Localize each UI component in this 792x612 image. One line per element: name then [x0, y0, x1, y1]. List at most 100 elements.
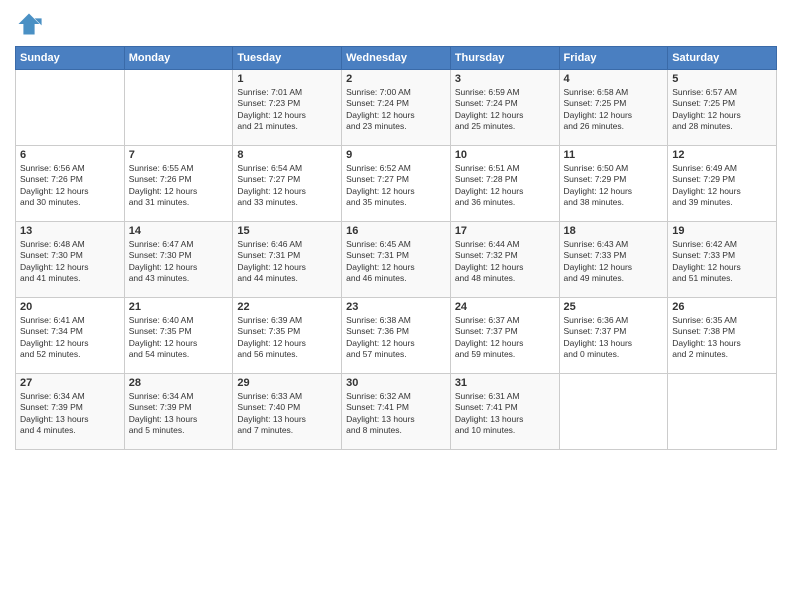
calendar-cell: 22Sunrise: 6:39 AM Sunset: 7:35 PM Dayli… [233, 298, 342, 374]
day-number: 31 [455, 377, 555, 389]
calendar-cell: 15Sunrise: 6:46 AM Sunset: 7:31 PM Dayli… [233, 222, 342, 298]
calendar-cell: 10 Sunrise: 6:51 AM Sunset: 7:28 PM Dayli… [450, 146, 559, 222]
calendar-cell: 25 Sunrise: 6:36 AM Sunset: 7:37 PM Dayli… [559, 298, 668, 374]
day-info: Sunrise: 6:31 AM Sunset: 7:41 PM Dayligh… [455, 391, 555, 437]
calendar-cell: 24 Sunrise: 6:37 AM Sunset: 7:37 PM Dayli… [450, 298, 559, 374]
day-number: 7 [129, 149, 229, 161]
calendar-cell: 26Sunrise: 6:35 AM Sunset: 7:38 PM Dayli… [668, 298, 777, 374]
calendar-cell: 16 Sunrise: 6:45 AM Sunset: 7:31 PM Dayli… [342, 222, 451, 298]
day-number: 4 [564, 73, 664, 85]
day-info: Sunrise: 6:34 AM Sunset: 7:39 PM Dayligh… [129, 391, 229, 437]
day-number: 30 [346, 377, 446, 389]
calendar-cell: 14 Sunrise: 6:47 AM Sunset: 7:30 PM Dayli… [124, 222, 233, 298]
week-row-3: 13Sunrise: 6:48 AM Sunset: 7:30 PM Dayli… [16, 222, 777, 298]
day-info: Sunrise: 6:55 AM Sunset: 7:26 PM Dayligh… [129, 163, 229, 209]
day-number: 12 [672, 149, 772, 161]
day-info: Sunrise: 6:49 AM Sunset: 7:29 PM Dayligh… [672, 163, 772, 209]
day-info: Sunrise: 6:41 AM Sunset: 7:34 PM Dayligh… [20, 315, 120, 361]
day-info: Sunrise: 6:36 AM Sunset: 7:37 PM Dayligh… [564, 315, 664, 361]
day-number: 2 [346, 73, 446, 85]
week-row-4: 20Sunrise: 6:41 AM Sunset: 7:34 PM Dayli… [16, 298, 777, 374]
day-info: Sunrise: 6:42 AM Sunset: 7:33 PM Dayligh… [672, 239, 772, 285]
day-number: 11 [564, 149, 664, 161]
calendar-cell: 2 Sunrise: 7:00 AM Sunset: 7:24 PM Daylig… [342, 70, 451, 146]
calendar-cell [668, 374, 777, 450]
day-info: Sunrise: 6:59 AM Sunset: 7:24 PM Dayligh… [455, 87, 555, 133]
calendar-cell: 13Sunrise: 6:48 AM Sunset: 7:30 PM Dayli… [16, 222, 125, 298]
header-row: SundayMondayTuesdayWednesdayThursdayFrid… [16, 47, 777, 70]
calendar-cell: 7 Sunrise: 6:55 AM Sunset: 7:26 PM Daylig… [124, 146, 233, 222]
calendar-cell [559, 374, 668, 450]
calendar-cell: 3 Sunrise: 6:59 AM Sunset: 7:24 PM Daylig… [450, 70, 559, 146]
day-number: 3 [455, 73, 555, 85]
day-number: 10 [455, 149, 555, 161]
header-day-friday: Friday [559, 47, 668, 70]
header [15, 10, 777, 38]
calendar-cell: 28 Sunrise: 6:34 AM Sunset: 7:39 PM Dayli… [124, 374, 233, 450]
day-info: Sunrise: 6:33 AM Sunset: 7:40 PM Dayligh… [237, 391, 337, 437]
day-number: 14 [129, 225, 229, 237]
day-number: 5 [672, 73, 772, 85]
day-info: Sunrise: 6:54 AM Sunset: 7:27 PM Dayligh… [237, 163, 337, 209]
day-info: Sunrise: 6:52 AM Sunset: 7:27 PM Dayligh… [346, 163, 446, 209]
calendar-cell: 29Sunrise: 6:33 AM Sunset: 7:40 PM Dayli… [233, 374, 342, 450]
calendar-cell: 27 Sunrise: 6:34 AM Sunset: 7:39 PM Dayli… [16, 374, 125, 450]
calendar-cell: 5 Sunrise: 6:57 AM Sunset: 7:25 PM Daylig… [668, 70, 777, 146]
calendar-cell: 18Sunrise: 6:43 AM Sunset: 7:33 PM Dayli… [559, 222, 668, 298]
day-info: Sunrise: 6:57 AM Sunset: 7:25 PM Dayligh… [672, 87, 772, 133]
calendar-cell: 30 Sunrise: 6:32 AM Sunset: 7:41 PM Dayli… [342, 374, 451, 450]
calendar-cell: 21 Sunrise: 6:40 AM Sunset: 7:35 PM Dayli… [124, 298, 233, 374]
day-info: Sunrise: 7:00 AM Sunset: 7:24 PM Dayligh… [346, 87, 446, 133]
calendar-header: SundayMondayTuesdayWednesdayThursdayFrid… [16, 47, 777, 70]
calendar-body: 1Sunrise: 7:01 AM Sunset: 7:23 PM Daylig… [16, 70, 777, 450]
header-day-saturday: Saturday [668, 47, 777, 70]
header-day-wednesday: Wednesday [342, 47, 451, 70]
day-number: 28 [129, 377, 229, 389]
day-number: 22 [237, 301, 337, 313]
day-number: 24 [455, 301, 555, 313]
day-info: Sunrise: 6:32 AM Sunset: 7:41 PM Dayligh… [346, 391, 446, 437]
day-number: 6 [20, 149, 120, 161]
calendar-cell: 19 Sunrise: 6:42 AM Sunset: 7:33 PM Dayli… [668, 222, 777, 298]
logo [15, 10, 47, 38]
week-row-2: 6 Sunrise: 6:56 AM Sunset: 7:26 PM Daylig… [16, 146, 777, 222]
calendar-cell: 17 Sunrise: 6:44 AM Sunset: 7:32 PM Dayli… [450, 222, 559, 298]
calendar-cell: 8 Sunrise: 6:54 AM Sunset: 7:27 PM Daylig… [233, 146, 342, 222]
header-day-monday: Monday [124, 47, 233, 70]
day-number: 8 [237, 149, 337, 161]
day-number: 16 [346, 225, 446, 237]
calendar-cell [124, 70, 233, 146]
day-info: Sunrise: 6:38 AM Sunset: 7:36 PM Dayligh… [346, 315, 446, 361]
header-day-tuesday: Tuesday [233, 47, 342, 70]
day-info: Sunrise: 6:40 AM Sunset: 7:35 PM Dayligh… [129, 315, 229, 361]
day-number: 27 [20, 377, 120, 389]
day-number: 1 [237, 73, 337, 85]
day-info: Sunrise: 6:58 AM Sunset: 7:25 PM Dayligh… [564, 87, 664, 133]
week-row-5: 27 Sunrise: 6:34 AM Sunset: 7:39 PM Dayli… [16, 374, 777, 450]
calendar-cell: 23 Sunrise: 6:38 AM Sunset: 7:36 PM Dayli… [342, 298, 451, 374]
day-number: 23 [346, 301, 446, 313]
day-number: 17 [455, 225, 555, 237]
header-day-thursday: Thursday [450, 47, 559, 70]
day-number: 25 [564, 301, 664, 313]
day-info: Sunrise: 6:43 AM Sunset: 7:33 PM Dayligh… [564, 239, 664, 285]
day-info: Sunrise: 6:44 AM Sunset: 7:32 PM Dayligh… [455, 239, 555, 285]
day-info: Sunrise: 6:47 AM Sunset: 7:30 PM Dayligh… [129, 239, 229, 285]
calendar-cell: 12 Sunrise: 6:49 AM Sunset: 7:29 PM Dayli… [668, 146, 777, 222]
day-number: 21 [129, 301, 229, 313]
day-number: 13 [20, 225, 120, 237]
day-info: Sunrise: 6:51 AM Sunset: 7:28 PM Dayligh… [455, 163, 555, 209]
day-info: Sunrise: 6:46 AM Sunset: 7:31 PM Dayligh… [237, 239, 337, 285]
calendar-cell: 11Sunrise: 6:50 AM Sunset: 7:29 PM Dayli… [559, 146, 668, 222]
day-info: Sunrise: 6:45 AM Sunset: 7:31 PM Dayligh… [346, 239, 446, 285]
calendar-table: SundayMondayTuesdayWednesdayThursdayFrid… [15, 46, 777, 450]
calendar-cell: 9 Sunrise: 6:52 AM Sunset: 7:27 PM Daylig… [342, 146, 451, 222]
day-info: Sunrise: 6:37 AM Sunset: 7:37 PM Dayligh… [455, 315, 555, 361]
day-info: Sunrise: 6:35 AM Sunset: 7:38 PM Dayligh… [672, 315, 772, 361]
week-row-1: 1Sunrise: 7:01 AM Sunset: 7:23 PM Daylig… [16, 70, 777, 146]
day-number: 19 [672, 225, 772, 237]
day-info: Sunrise: 6:56 AM Sunset: 7:26 PM Dayligh… [20, 163, 120, 209]
calendar-cell: 4 Sunrise: 6:58 AM Sunset: 7:25 PM Daylig… [559, 70, 668, 146]
day-number: 9 [346, 149, 446, 161]
day-info: Sunrise: 6:34 AM Sunset: 7:39 PM Dayligh… [20, 391, 120, 437]
